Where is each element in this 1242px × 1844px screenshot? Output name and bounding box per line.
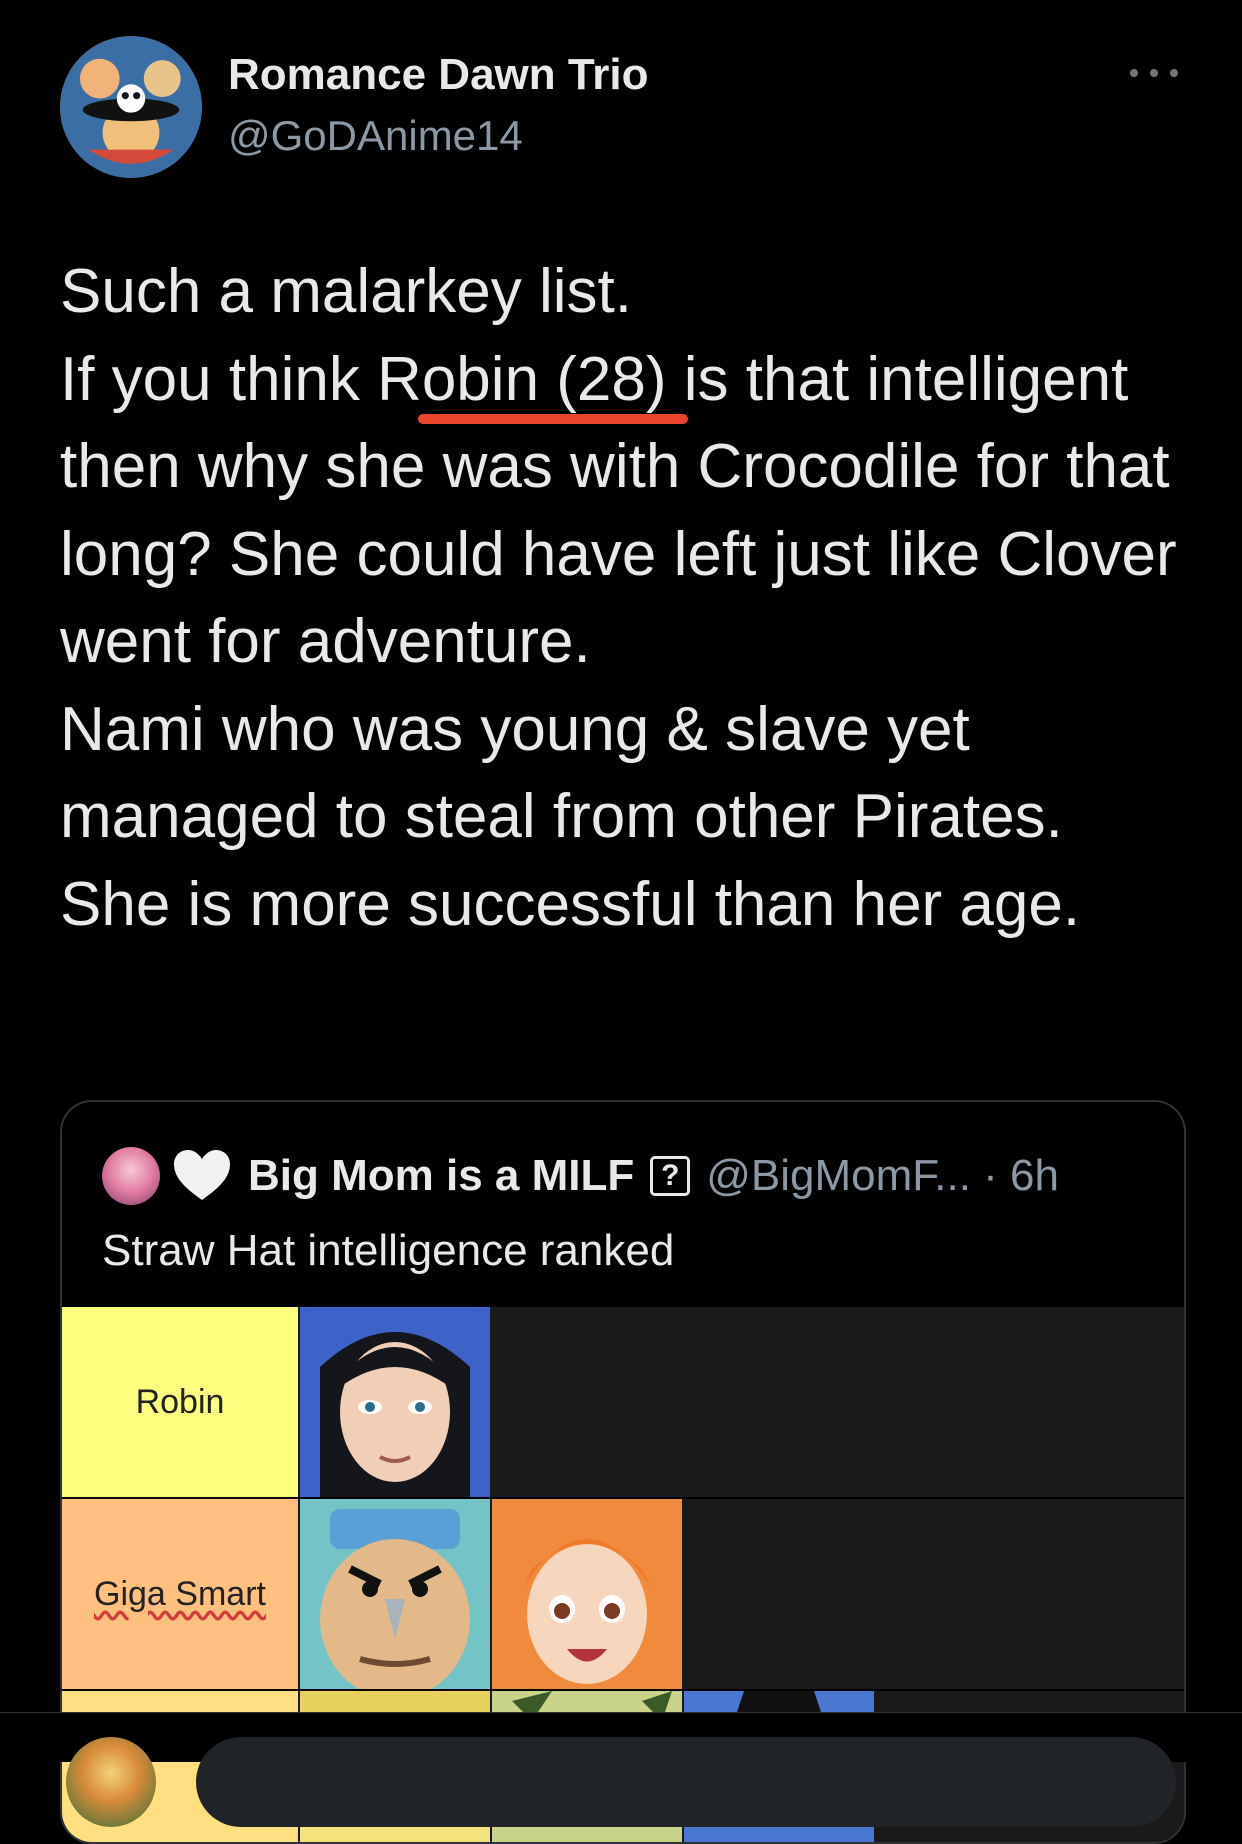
robin-portrait-art <box>300 1307 490 1497</box>
nami-portrait-art <box>492 1499 682 1689</box>
question-box-icon: ? <box>650 1156 691 1196</box>
author-avatar[interactable] <box>60 36 202 178</box>
quoted-tweet-header: Big Mom is a MILF ? @BigMomF... · 6h <box>102 1146 1059 1206</box>
author-display-name[interactable]: Romance Dawn Trio <box>228 50 649 100</box>
author-handle[interactable]: @GoDAnime14 <box>228 112 523 160</box>
quoted-tweet-text: Straw Hat intelligence ranked <box>102 1226 675 1275</box>
tier-label-text: Giga Smart <box>94 1574 266 1613</box>
quoted-author-avatar[interactable] <box>102 1147 160 1205</box>
tweet-header: Romance Dawn Trio @GoDAnime14 <box>0 0 1242 200</box>
current-user-avatar[interactable] <box>66 1737 156 1827</box>
more-dot <box>1130 69 1138 77</box>
more-dot <box>1150 69 1158 77</box>
more-dot <box>1170 69 1178 77</box>
quoted-author-name[interactable]: Big Mom is a MILF <box>248 1151 634 1201</box>
author-avatar-art <box>60 36 202 178</box>
tier-label: Giga Smart <box>62 1499 298 1689</box>
franky-portrait <box>300 1499 490 1689</box>
robin-portrait <box>300 1307 490 1497</box>
reply-bar <box>0 1712 1242 1827</box>
nami-portrait <box>492 1499 682 1689</box>
white-heart-icon <box>174 1150 230 1200</box>
tier-row: Giga Smart <box>62 1499 1184 1689</box>
red-underline-annotation <box>418 414 688 424</box>
quoted-handle-time[interactable]: @BigMomF... · 6h <box>706 1151 1059 1201</box>
more-options-icon[interactable] <box>1130 58 1178 88</box>
reply-input[interactable] <box>196 1737 1176 1827</box>
franky-portrait-art <box>300 1499 490 1689</box>
tier-label: Robin <box>62 1307 298 1497</box>
tweet-text: Such a malarkey list. If you think Robin… <box>60 257 1177 939</box>
tier-row: Robin <box>62 1307 1184 1497</box>
